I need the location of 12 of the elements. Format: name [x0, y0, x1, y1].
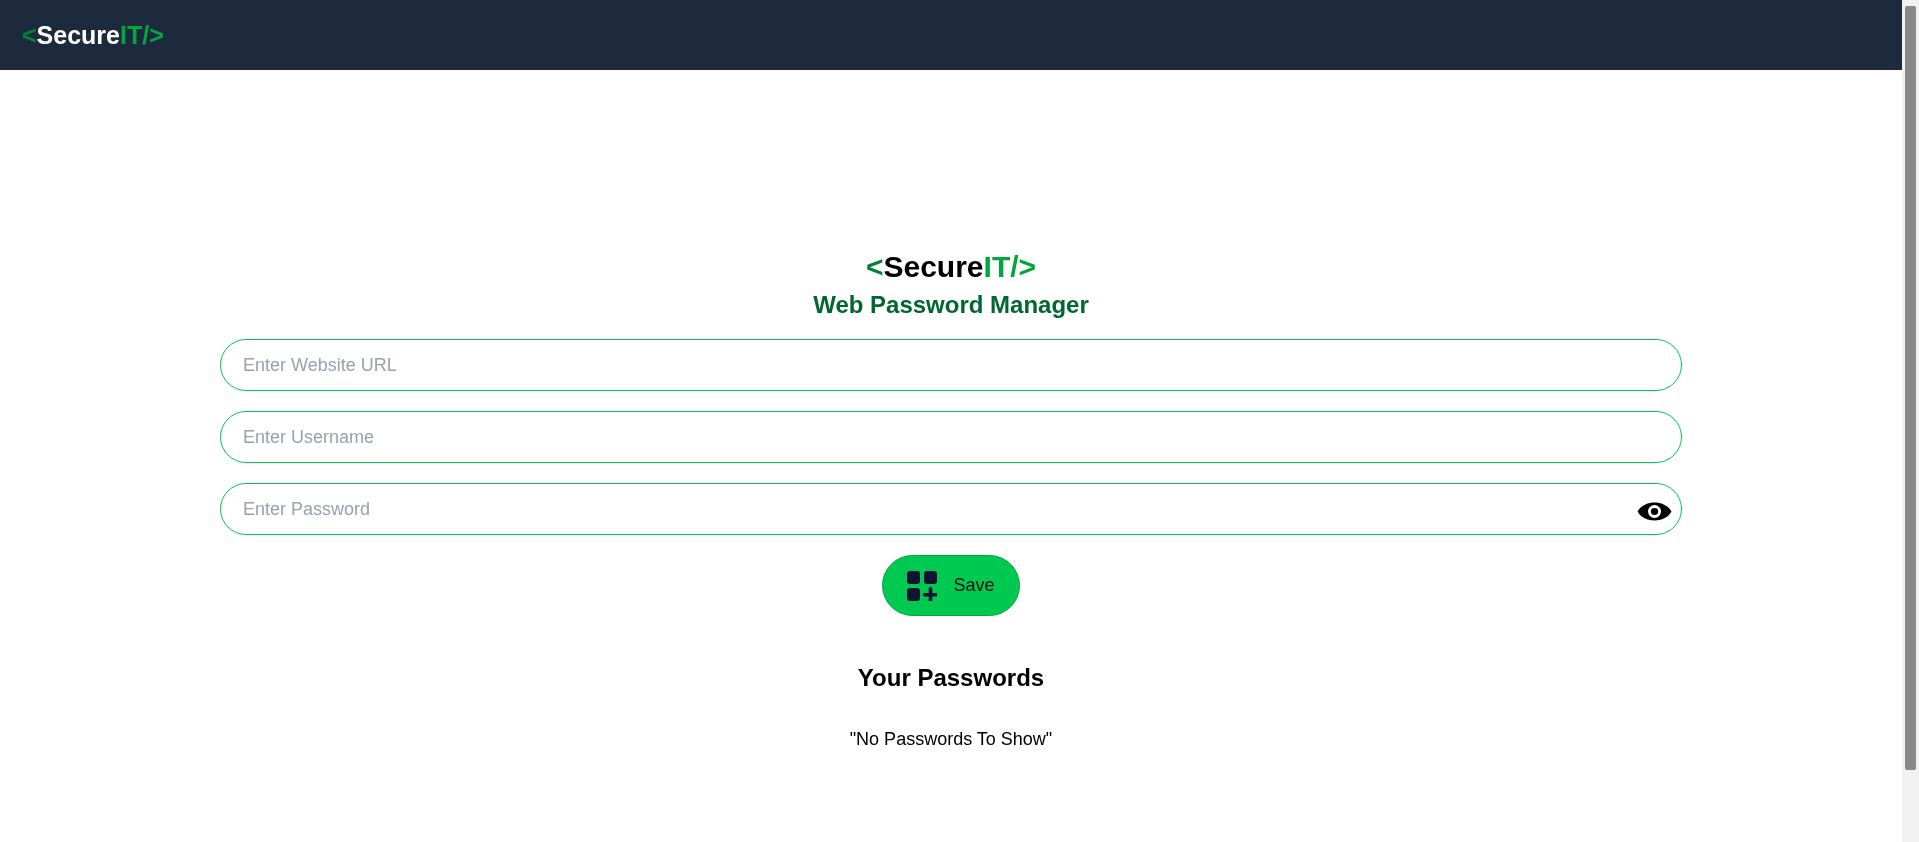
eye-icon[interactable] — [1637, 502, 1672, 521]
empty-message: "No Passwords To Show" — [849, 728, 1053, 751]
logo: <SecureIT/> — [865, 249, 1037, 285]
scrollbar-thumb[interactable] — [1905, 6, 1916, 770]
subtitle: Web Password Manager — [813, 290, 1089, 320]
add-grid-icon — [907, 570, 938, 601]
save-button[interactable]: Save — [882, 555, 1020, 616]
input-field[interactable]: Enter Username — [220, 411, 1682, 463]
section-heading: Your Passwords — [857, 663, 1045, 693]
input-field[interactable]: Enter Password — [220, 483, 1682, 535]
input-field[interactable]: Enter Website URL — [220, 339, 1682, 391]
logo: <SecureIT/> — [22, 20, 164, 51]
